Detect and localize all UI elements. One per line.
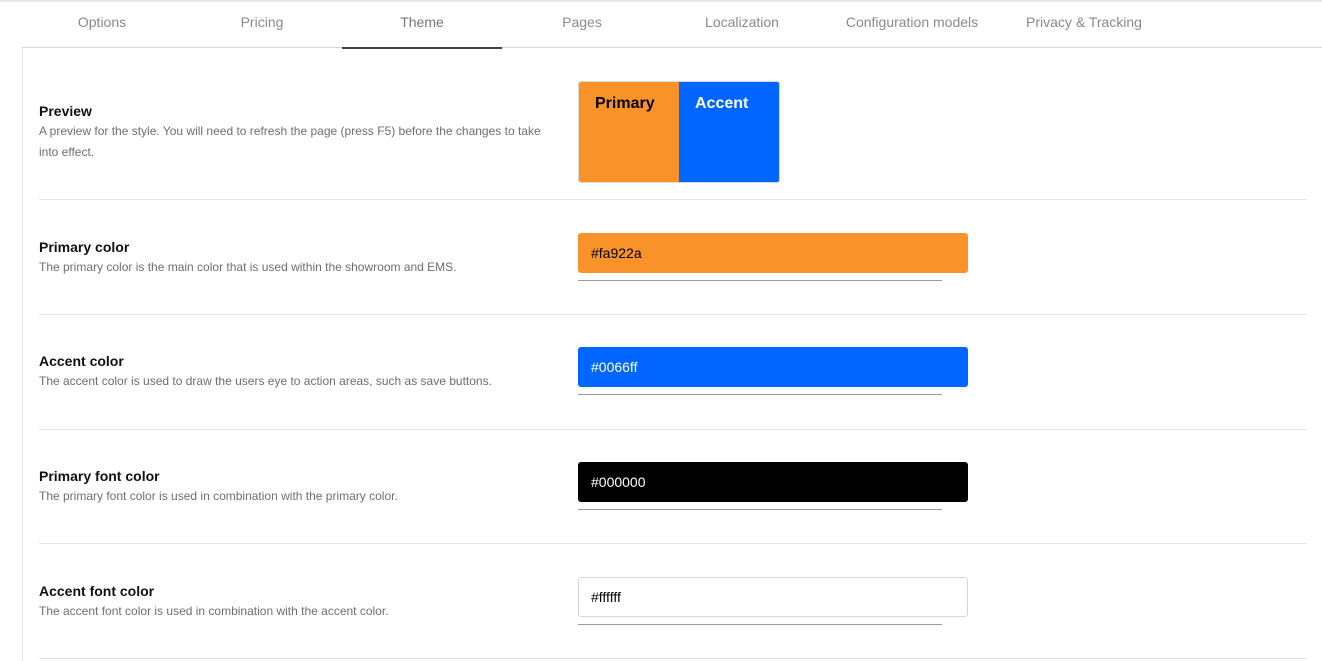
primary-swatch: Primary [579,82,679,182]
primary-font-color-description: The primary font color is used in combin… [39,489,398,503]
primary-font-color-underline [578,509,942,510]
primary-font-color-title: Primary font color [39,468,160,484]
accent-font-color-title: Accent font color [39,583,155,599]
accent-swatch: Accent [679,82,779,182]
tab-configuration-models[interactable]: Configuration models [822,2,1002,48]
accent-color-row: Accent color The accent color is used to… [39,315,1307,430]
accent-font-color-description: The accent font color is used in combina… [39,604,389,618]
preview-description: A preview for the style. You will need t… [39,124,541,159]
tab-pricing[interactable]: Pricing [182,2,342,48]
tab-localization[interactable]: Localization [662,2,822,48]
accent-font-color-row: Accent font color The accent font color … [39,544,1307,659]
tab-privacy-tracking[interactable]: Privacy & Tracking [1002,2,1166,48]
primary-color-row: Primary color The primary color is the m… [39,200,1307,315]
tab-options[interactable]: Options [22,2,182,48]
primary-color-input[interactable]: #fa922a [578,233,968,273]
accent-color-input[interactable]: #0066ff [578,347,968,387]
style-preview: Primary Accent [578,81,780,183]
preview-row: Preview A preview for the style. You wil… [39,48,1307,200]
settings-tabs: Options Pricing Theme Pages Localization… [22,2,1322,49]
tab-theme[interactable]: Theme [342,2,502,49]
accent-font-color-input[interactable]: #ffffff [578,577,968,617]
theme-settings-panel: Preview A preview for the style. You wil… [22,48,1322,661]
primary-font-color-row: Primary font color The primary font colo… [39,430,1307,544]
primary-color-title: Primary color [39,239,130,255]
primary-color-description: The primary color is the main color that… [39,260,457,274]
accent-color-description: The accent color is used to draw the use… [39,374,492,388]
primary-color-underline [578,280,942,281]
preview-title: Preview [39,103,92,119]
accent-font-color-underline [578,624,942,625]
accent-color-title: Accent color [39,353,124,369]
accent-color-underline [578,394,942,395]
primary-font-color-input[interactable]: #000000 [578,462,968,502]
tab-pages[interactable]: Pages [502,2,662,48]
